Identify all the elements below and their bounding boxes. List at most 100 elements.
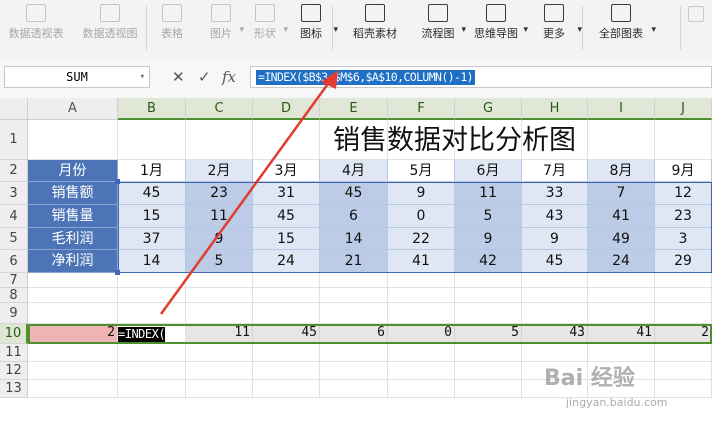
ribbon-button-4[interactable]: 形状 ▾	[244, 0, 288, 56]
ribbon-button-3[interactable]: 图片 ▾	[200, 0, 244, 56]
cell-A3[interactable]: 销售额	[28, 182, 118, 205]
cell-H9[interactable]	[522, 303, 588, 324]
cell-C9[interactable]	[186, 303, 253, 324]
cell-I6[interactable]: 24	[588, 250, 655, 273]
cell-I9[interactable]	[588, 303, 655, 324]
confirm-icon[interactable]: ✓	[198, 66, 211, 88]
ribbon-button-6[interactable]: 稻壳素材	[340, 0, 410, 56]
cell-I2[interactable]: 8月	[588, 160, 655, 182]
row-header-6[interactable]: 6	[0, 250, 28, 273]
column-header-E[interactable]: E	[320, 98, 388, 120]
cell-B6[interactable]: 14	[118, 250, 186, 273]
cell-G6[interactable]: 42	[455, 250, 522, 273]
cell-A5[interactable]: 毛利润	[28, 228, 118, 250]
cell-H10[interactable]: 43	[522, 324, 588, 344]
cell-J3[interactable]: 12	[655, 182, 712, 205]
cell-E12[interactable]	[320, 362, 388, 380]
cell-F4[interactable]: 0	[388, 205, 455, 228]
row-header-11[interactable]: 11	[0, 344, 28, 362]
cell-C5[interactable]: 9	[186, 228, 253, 250]
cell-D5[interactable]: 15	[253, 228, 320, 250]
cell-B5[interactable]: 37	[118, 228, 186, 250]
cell-I5[interactable]: 49	[588, 228, 655, 250]
cell-A8[interactable]	[28, 288, 118, 303]
cell-F12[interactable]	[388, 362, 455, 380]
cell-J9[interactable]	[655, 303, 712, 324]
cell-I3[interactable]: 7	[588, 182, 655, 205]
cell-G13[interactable]	[455, 380, 522, 398]
cell-C6[interactable]: 5	[186, 250, 253, 273]
cell-C2[interactable]: 2月	[186, 160, 253, 182]
cell-A10[interactable]: 2	[28, 324, 118, 344]
cell-E4[interactable]: 6	[320, 205, 388, 228]
name-box[interactable]: SUM ▾	[4, 66, 150, 88]
insert-function-icon[interactable]: fx	[222, 66, 236, 88]
cell-E13[interactable]	[320, 380, 388, 398]
cell-F10[interactable]: 0	[388, 324, 455, 344]
row-header-5[interactable]: 5	[0, 228, 28, 250]
cell-A9[interactable]	[28, 303, 118, 324]
column-header-H[interactable]: H	[522, 98, 588, 120]
cell-E7[interactable]	[320, 273, 388, 288]
cell-B11[interactable]	[118, 344, 186, 362]
cell-E5[interactable]: 14	[320, 228, 388, 250]
cell-D2[interactable]: 3月	[253, 160, 320, 182]
cell-B2[interactable]: 1月	[118, 160, 186, 182]
cell-B8[interactable]	[118, 288, 186, 303]
cell-D11[interactable]	[253, 344, 320, 362]
cell-A12[interactable]	[28, 362, 118, 380]
cell-F6[interactable]: 41	[388, 250, 455, 273]
cell-H4[interactable]: 43	[522, 205, 588, 228]
column-header-B[interactable]: B	[118, 98, 186, 120]
ribbon-button-0[interactable]: 数据透视表	[0, 0, 72, 56]
cell-A11[interactable]	[28, 344, 118, 362]
cell-F8[interactable]	[388, 288, 455, 303]
cell-J4[interactable]: 23	[655, 205, 712, 228]
cell-C7[interactable]	[186, 273, 253, 288]
cell-D9[interactable]	[253, 303, 320, 324]
column-header-D[interactable]: D	[253, 98, 320, 120]
cell-A4[interactable]: 销售量	[28, 205, 118, 228]
ribbon-button-9[interactable]: 更多 ▾	[528, 0, 582, 56]
row-header-3[interactable]: 3	[0, 182, 28, 205]
cell-C11[interactable]	[186, 344, 253, 362]
cell-H6[interactable]: 45	[522, 250, 588, 273]
cell-C1[interactable]	[186, 120, 253, 160]
cell-J10[interactable]: 2	[655, 324, 712, 344]
cell-A1[interactable]	[28, 120, 118, 160]
cell-H8[interactable]	[522, 288, 588, 303]
cell-I7[interactable]	[588, 273, 655, 288]
range-handle[interactable]	[115, 270, 120, 275]
cell-E9[interactable]	[320, 303, 388, 324]
cell-E8[interactable]	[320, 288, 388, 303]
cell-D10[interactable]: 45	[253, 324, 320, 344]
column-header-I[interactable]: I	[588, 98, 655, 120]
row-header-10[interactable]: 10	[0, 324, 28, 344]
ribbon-button-7[interactable]: 流程图 ▾	[412, 0, 466, 56]
cell-A2[interactable]: 月份	[28, 160, 118, 182]
cell-F7[interactable]	[388, 273, 455, 288]
chevron-down-icon[interactable]: ▾	[140, 67, 145, 87]
cell-F5[interactable]: 22	[388, 228, 455, 250]
column-header-J[interactable]: J	[655, 98, 712, 120]
cell-F9[interactable]	[388, 303, 455, 324]
cell-F11[interactable]	[388, 344, 455, 362]
row-header-8[interactable]: 8	[0, 288, 28, 303]
ribbon-button-10[interactable]: 全部图表 ▾	[588, 0, 656, 56]
cell-G4[interactable]: 5	[455, 205, 522, 228]
cell-J8[interactable]	[655, 288, 712, 303]
cell-H2[interactable]: 7月	[522, 160, 588, 182]
ribbon-button-2[interactable]: 表格	[150, 0, 194, 56]
cell-B10[interactable]: =INDEX(	[118, 324, 186, 344]
cell-edit-text[interactable]: =INDEX(	[118, 327, 166, 342]
row-header-1[interactable]: 1	[0, 120, 28, 160]
cell-B1[interactable]	[118, 120, 186, 160]
column-header-F[interactable]: F	[388, 98, 455, 120]
cell-H7[interactable]	[522, 273, 588, 288]
cell-F13[interactable]	[388, 380, 455, 398]
cell-D4[interactable]: 45	[253, 205, 320, 228]
cell-G9[interactable]	[455, 303, 522, 324]
cell-I4[interactable]: 41	[588, 205, 655, 228]
cell-D13[interactable]	[253, 380, 320, 398]
ribbon-overflow-icon[interactable]	[688, 6, 704, 22]
